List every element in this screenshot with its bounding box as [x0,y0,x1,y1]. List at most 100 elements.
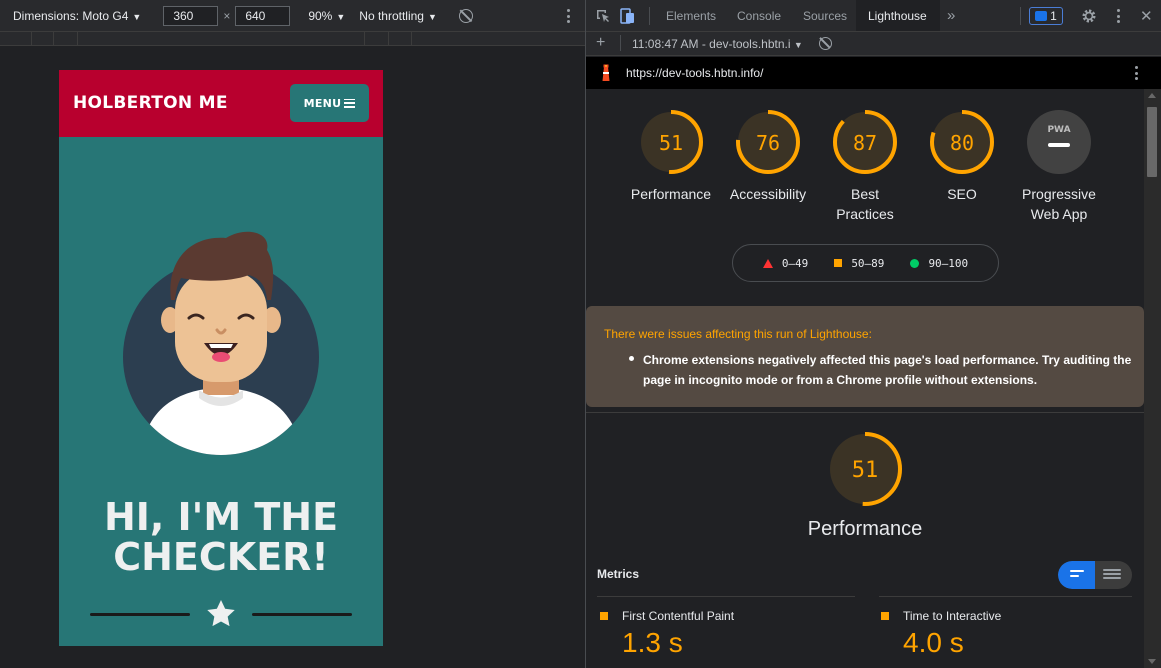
throttling-label: No throttling [359,8,424,23]
clear-icon[interactable] [819,37,832,50]
avatar [123,231,319,455]
rotate-icon[interactable] [458,8,473,23]
chevron-down-icon: ▼ [793,40,803,50]
report-scrollbar[interactable] [1144,89,1161,668]
gauge-label-line: Performance [630,186,712,202]
divider [879,596,1132,597]
emulated-page: HOLBERTON ME MENU HI, I'M THE CHECKER! [59,70,383,646]
gauge-label-line: Best [850,186,879,202]
report-url[interactable]: https://dev-tools.hbtn.info/ [626,66,763,80]
square-icon [834,259,843,267]
scroll-down-icon[interactable] [1148,659,1156,664]
metrics-title: Metrics [597,567,640,581]
device-toggle-icon[interactable] [620,8,636,24]
gauge-label-line: SEO [947,186,977,202]
device-select[interactable]: Dimensions: Moto G4 ▼ [13,9,141,23]
scroll-up-icon[interactable] [1148,93,1156,98]
pwa-badge-text: PWA [1047,125,1070,135]
hero-title-line: CHECKER! [113,535,329,579]
throttling-select[interactable]: No throttling ▼ [359,9,437,23]
svg-text:87: 87 [853,131,877,155]
gauge-performance[interactable]: 51 Performance [616,109,726,204]
performance-gauge: 51 [828,432,902,506]
average-square-icon [881,612,889,620]
site-logo[interactable]: HOLBERTON ME [73,93,228,113]
height-input[interactable]: 640 [235,5,291,26]
metrics-view-toggle[interactable] [1058,561,1132,589]
score-scale-legend: 0–49 50–89 90–100 [732,244,999,282]
zoom-label: 90% [308,8,333,23]
legend-range: 50–89 [851,256,885,270]
gauge-accessibility[interactable]: 76 Accessibility [713,109,823,204]
menu-button[interactable]: MENU [290,84,369,122]
lighthouse-report: 51 Performance 76 Accessibility 87 Best P… [586,89,1146,668]
hamburger-icon [344,98,356,108]
more-options-icon[interactable] [1117,9,1121,23]
more-tabs-icon[interactable]: » [947,0,955,31]
site-header: HOLBERTON ME MENU [59,70,383,137]
times-glyph: × [223,8,231,23]
chat-icon [1035,11,1048,21]
performance-title: Performance [807,518,923,540]
zoom-select[interactable]: 90% ▼ [308,9,345,23]
pwa-badge-icon: PWA [1027,110,1091,174]
svg-text:76: 76 [756,131,780,155]
lighthouse-report-bar: + 11:08:47 AM - dev-tools.hbtn.i ▼ [586,32,1161,56]
issues-badge[interactable]: 1 [1029,7,1063,25]
gauge-label: Performance [616,184,726,204]
width-input[interactable]: 360 [163,5,219,26]
screen: Dimensions: Moto G4 ▼ 360 × 640 90% ▼ No t… [0,0,1161,668]
star-icon [207,600,235,627]
chevron-down-icon: ▼ [427,11,437,22]
chevron-down-icon: ▼ [336,11,346,22]
divider [252,613,352,616]
more-options-icon[interactable] [1135,66,1139,80]
gauge-label-line: Accessibility [729,186,807,202]
device-emulation-pane: Dimensions: Moto G4 ▼ 360 × 640 90% ▼ No t… [0,0,585,668]
gauge-ring: 76 [736,110,800,174]
gauge-ring: 80 [930,110,994,174]
gear-icon[interactable] [1081,8,1097,24]
tab-elements[interactable]: Elements [666,0,716,31]
report-url-bar: https://dev-tools.hbtn.info/ [586,57,1161,89]
close-icon[interactable]: ✕ [1140,7,1153,25]
tab-sources[interactable]: Sources [803,0,847,31]
gauge-label: Best Practices [810,184,920,224]
gauge-pwa[interactable]: PWA Progressive Web App [1004,109,1114,224]
more-options-icon[interactable] [567,9,571,23]
legend-range: 0–49 [781,256,809,270]
chevron-down-icon: ▼ [132,11,142,22]
tab-lighthouse[interactable]: Lighthouse [856,0,940,31]
gauge-label-line: Progressive [1022,186,1096,202]
metric-label: First Contentful Paint [622,609,735,623]
menu-button-label: MENU [303,96,342,110]
metric-label: Time to Interactive [903,609,1002,623]
svg-text:80: 80 [950,131,974,155]
add-report-icon[interactable]: + [596,34,605,52]
performance-score: 51 [852,458,879,483]
warning-heading: There were issues affecting this run of … [604,327,872,341]
triangle-icon [762,258,773,268]
tab-console[interactable]: Console [737,0,781,31]
device-toolbar: Dimensions: Moto G4 ▼ 360 × 640 90% ▼ No t… [0,0,585,32]
bullet [629,356,634,361]
hero-title: HI, I'M THE CHECKER! [59,497,383,577]
divider [90,613,190,616]
warning-item: Chrome extensions negatively affected th… [643,353,1132,387]
gauge-label: Progressive Web App [1004,184,1114,224]
gauge-ring: 87 [833,110,897,174]
legend-average: 50–89 [834,257,884,270]
scroll-thumb[interactable] [1147,107,1157,177]
gauge-best-practices[interactable]: 87 Best Practices [810,109,920,224]
report-selector[interactable]: 11:08:47 AM - dev-tools.hbtn.i ▼ [632,37,803,51]
gauge-label: SEO [907,184,1017,204]
issues-count: 1 [1050,9,1057,23]
inspect-element-icon[interactable] [595,8,611,24]
media-query-bar[interactable] [0,32,585,46]
lighthouse-logo-icon [602,64,610,81]
gauge-label: Accessibility [713,184,823,204]
warning-box: There were issues affecting this run of … [586,306,1144,407]
metric-value: 4.0 s [903,627,964,658]
gauge-seo[interactable]: 80 SEO [907,109,1017,204]
hero-title-line: HI, I'M THE [103,495,339,539]
